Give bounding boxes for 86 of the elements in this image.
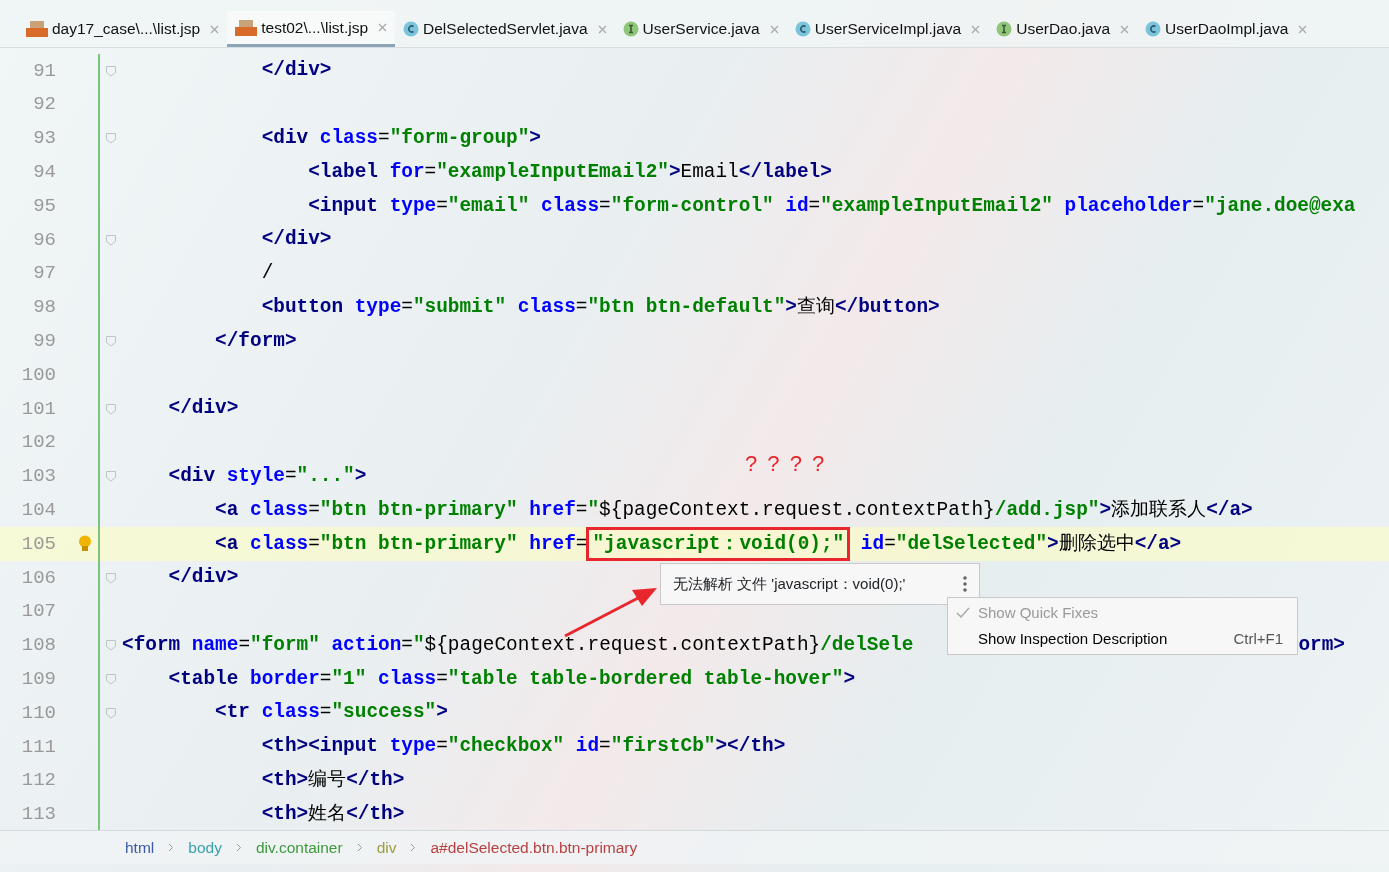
code-line: <a class="btn btn-primary" href="${pageContext.request.contextPath}/add.jsp">添加联系人</a> bbox=[214, 497, 1253, 523]
fold-marker-icon[interactable] bbox=[105, 707, 117, 720]
interface-icon bbox=[996, 21, 1013, 37]
code-line: <tr class="success"> bbox=[214, 700, 448, 726]
line-number: 102 bbox=[20, 430, 57, 456]
file-tab[interactable]: UserService.java bbox=[614, 11, 787, 47]
jsp-file-icon bbox=[235, 19, 258, 36]
file-tab[interactable]: test02\...\list.jsp bbox=[227, 11, 396, 47]
code-line: </div> bbox=[167, 565, 239, 591]
code-fragment: orm> bbox=[1298, 632, 1346, 658]
class-icon bbox=[1145, 21, 1162, 37]
close-icon[interactable] bbox=[1120, 24, 1130, 34]
code-line: <div class="form-group"> bbox=[260, 125, 541, 151]
breadcrumb-item[interactable]: html bbox=[125, 835, 155, 860]
interface-icon bbox=[622, 21, 639, 37]
line-number: 106 bbox=[20, 565, 57, 591]
code-line: </form> bbox=[214, 328, 297, 354]
file-tab[interactable]: UserDaoImpl.java bbox=[1137, 11, 1316, 47]
line-number: 108 bbox=[20, 633, 57, 659]
fold-marker-icon[interactable] bbox=[105, 470, 117, 483]
code-line: </div> bbox=[260, 227, 332, 253]
code-line: </div> bbox=[260, 58, 332, 84]
line-number: 97 bbox=[32, 261, 57, 287]
code-line: <input type="email" class="form-control" id="exampleInputEmail2" placeholder="jane.doe@exa bbox=[307, 193, 1356, 219]
line-number: 103 bbox=[20, 464, 57, 490]
fold-marker-icon[interactable] bbox=[105, 402, 117, 415]
line-number: 105 bbox=[20, 531, 57, 557]
fold-marker-icon[interactable] bbox=[105, 335, 117, 348]
line-number: 110 bbox=[20, 700, 57, 726]
close-icon[interactable] bbox=[210, 24, 220, 34]
chevron-icon bbox=[356, 843, 363, 852]
close-icon[interactable] bbox=[597, 24, 607, 34]
line-number: 96 bbox=[32, 227, 57, 253]
file-tab[interactable]: DelSelectedServlet.java bbox=[395, 11, 615, 47]
line-number: 109 bbox=[20, 667, 57, 692]
close-icon[interactable] bbox=[1298, 24, 1308, 34]
file-tab[interactable]: day17_case\...\list.jsp bbox=[18, 11, 228, 47]
more-options-icon[interactable] bbox=[963, 576, 967, 592]
line-number: 101 bbox=[20, 396, 57, 422]
line-number: 112 bbox=[20, 768, 57, 794]
menu-item[interactable]: Show Inspection Description Ctrl+F1 bbox=[948, 626, 1297, 652]
line-number: 100 bbox=[20, 362, 57, 388]
line-number: 92 bbox=[32, 92, 57, 118]
line-number: 113 bbox=[20, 802, 57, 828]
line-number: 98 bbox=[32, 295, 57, 321]
annotation-text: ? ? ? ? bbox=[745, 450, 827, 478]
code-line: <button type="submit" class="btn btn-default">查询</button> bbox=[260, 294, 940, 320]
close-icon[interactable] bbox=[769, 24, 779, 34]
close-icon[interactable] bbox=[971, 24, 981, 34]
check-icon bbox=[956, 607, 970, 619]
jsp-file-icon bbox=[26, 21, 48, 37]
code-line: <form name="form" action="${pageContext.request.contextPath}/delSele bbox=[122, 632, 914, 658]
code-line: <th>编号</th> bbox=[260, 768, 405, 794]
class-icon bbox=[794, 21, 811, 37]
chevron-icon bbox=[235, 843, 242, 852]
tooltip-message: 无法解析 文件 'javascript：void(0);' bbox=[673, 573, 906, 594]
code-line: <table border="1" class="table table-bordered table-hover"> bbox=[167, 666, 856, 692]
line-number: 93 bbox=[32, 126, 57, 152]
line-number: 94 bbox=[32, 160, 57, 186]
class-icon bbox=[403, 21, 420, 37]
line-number: 111 bbox=[20, 734, 57, 760]
code-line: / bbox=[260, 261, 274, 287]
line-number: 91 bbox=[32, 58, 57, 84]
fold-marker-icon[interactable] bbox=[105, 673, 117, 686]
line-number: 99 bbox=[32, 329, 57, 354]
code-line: </div> bbox=[167, 396, 239, 422]
fold-marker-icon[interactable] bbox=[105, 233, 117, 246]
fold-marker-icon[interactable] bbox=[105, 639, 117, 652]
fold-marker-icon[interactable] bbox=[105, 64, 117, 77]
chevron-icon bbox=[410, 843, 417, 852]
file-tab[interactable]: UserServiceImpl.java bbox=[786, 11, 989, 47]
file-tab[interactable]: UserDao.java bbox=[988, 11, 1138, 47]
code-line: <div style="..."> bbox=[167, 463, 367, 489]
chevron-icon bbox=[168, 843, 175, 852]
code-line: <label for="exampleInputEmail2">Email</label> bbox=[307, 159, 832, 185]
breadcrumb-item[interactable]: a#delSelected.btn.btn-primary bbox=[430, 835, 638, 860]
line-number: 107 bbox=[20, 599, 57, 625]
lightbulb-icon[interactable] bbox=[78, 535, 92, 554]
line-number: 104 bbox=[20, 498, 57, 523]
close-icon[interactable] bbox=[378, 23, 388, 32]
code-line: <th>姓名</th> bbox=[260, 801, 405, 827]
code-line: <th><input type="checkbox" id="firstCb"></th> bbox=[260, 734, 786, 760]
fold-marker-icon[interactable] bbox=[105, 571, 117, 584]
fold-marker-icon[interactable] bbox=[105, 132, 117, 145]
line-number: 95 bbox=[32, 193, 57, 219]
code-line: <a class="btn btn-primary" href= "javascript：void(0);" id="delSelected">删除选中</a> bbox=[122, 529, 1182, 559]
